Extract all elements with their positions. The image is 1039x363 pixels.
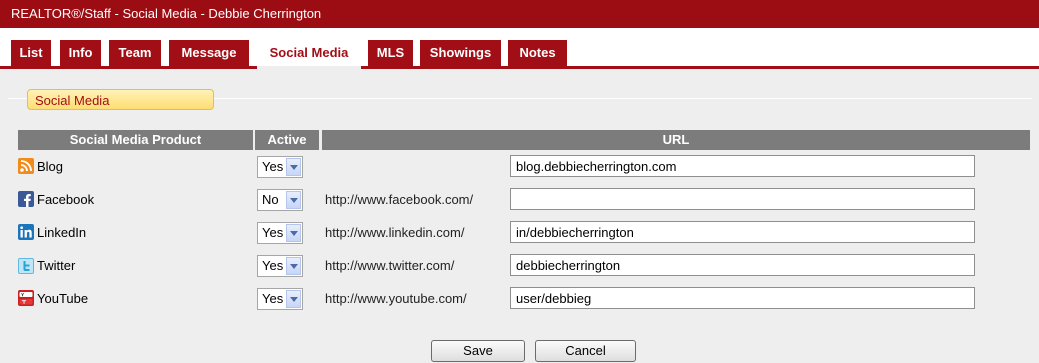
active-value: Yes	[262, 291, 284, 306]
active-value: No	[262, 192, 279, 207]
row-product-blog: Blog	[18, 157, 63, 177]
section-legend: Social Media	[27, 89, 214, 110]
twitter-icon	[18, 258, 34, 274]
chevron-down-icon	[286, 158, 301, 176]
tab-showings[interactable]: Showings	[420, 40, 501, 66]
facebook-icon	[18, 191, 34, 207]
url-prefix-twitter: http://www.twitter.com/	[325, 258, 455, 273]
url-input-facebook[interactable]	[510, 188, 975, 210]
active-select-facebook[interactable]: No	[257, 189, 303, 211]
active-select-youtube[interactable]: Yes	[257, 288, 303, 310]
tab-team[interactable]: Team	[109, 40, 161, 66]
chevron-down-icon	[286, 257, 301, 275]
product-label: Blog	[37, 159, 64, 174]
save-button[interactable]: Save	[431, 340, 525, 362]
header-url: URL	[322, 130, 1030, 150]
active-value: Yes	[262, 225, 284, 240]
window-title: REALTOR®/Staff - Social Media - Debbie C…	[11, 6, 322, 21]
active-select-linkedin[interactable]: Yes	[257, 222, 303, 244]
chevron-down-icon	[286, 224, 301, 242]
product-label: LinkedIn	[37, 225, 87, 240]
url-input-twitter[interactable]	[510, 254, 975, 276]
chevron-down-icon	[286, 191, 301, 209]
tab-bar: List Info Team Message Social Media MLS …	[0, 28, 1039, 69]
url-prefix-facebook: http://www.facebook.com/	[325, 192, 474, 207]
tab-message[interactable]: Message	[169, 40, 249, 66]
row-product-facebook: Facebook	[18, 190, 94, 210]
tab-info[interactable]: Info	[60, 40, 101, 66]
linkedin-icon	[18, 224, 34, 240]
window-title-bar: REALTOR®/Staff - Social Media - Debbie C…	[0, 0, 1039, 28]
tab-mls[interactable]: MLS	[368, 40, 413, 66]
url-input-linkedin[interactable]	[510, 221, 975, 243]
active-select-blog[interactable]: Yes	[257, 156, 303, 178]
cancel-button[interactable]: Cancel	[535, 340, 636, 362]
row-product-twitter: Twitter	[18, 256, 75, 276]
tab-list[interactable]: List	[11, 40, 51, 66]
youtube-icon	[18, 290, 34, 306]
tab-social-media[interactable]: Social Media	[257, 38, 361, 68]
product-label: YouTube	[37, 291, 89, 306]
product-label: Twitter	[37, 258, 76, 273]
url-input-blog[interactable]	[510, 155, 975, 177]
url-prefix-linkedin: http://www.linkedin.com/	[325, 225, 465, 240]
tab-notes[interactable]: Notes	[508, 40, 567, 66]
tab-underline	[0, 66, 1039, 69]
row-product-linkedin: LinkedIn	[18, 223, 86, 243]
row-product-youtube: YouTube	[18, 289, 88, 309]
url-input-youtube[interactable]	[510, 287, 975, 309]
header-active: Active	[255, 130, 319, 150]
active-value: Yes	[262, 258, 284, 273]
active-value: Yes	[262, 159, 284, 174]
chevron-down-icon	[286, 290, 301, 308]
rss-icon	[18, 158, 34, 174]
header-product: Social Media Product	[18, 130, 253, 150]
active-select-twitter[interactable]: Yes	[257, 255, 303, 277]
url-prefix-youtube: http://www.youtube.com/	[325, 291, 467, 306]
product-label: Facebook	[37, 192, 95, 207]
